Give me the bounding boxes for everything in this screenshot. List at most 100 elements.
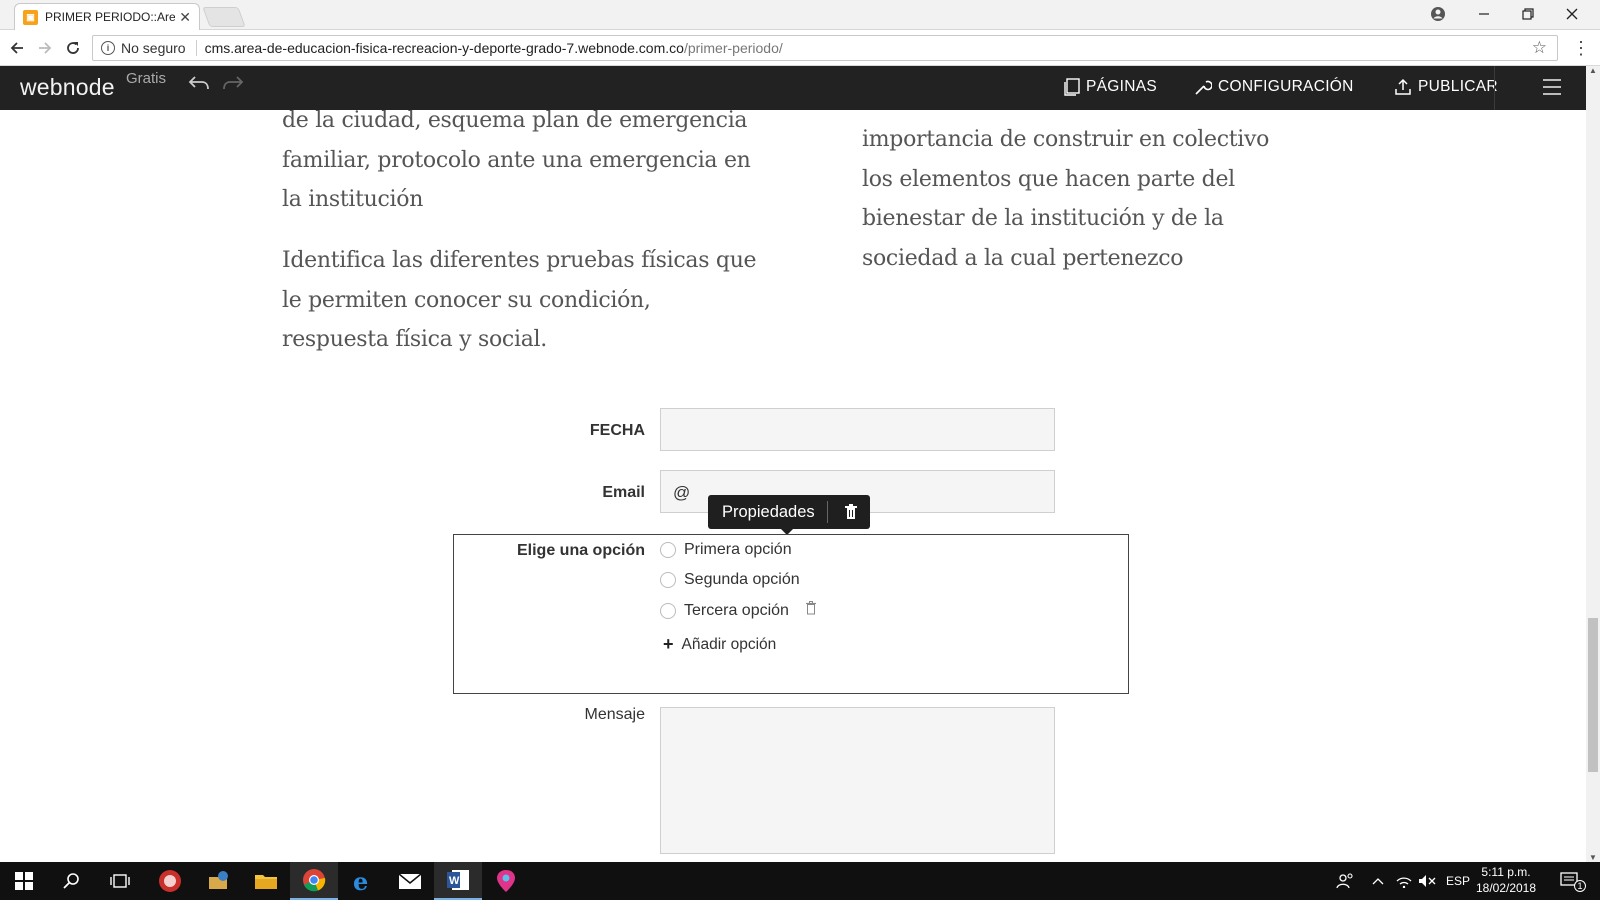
upload-icon: [1394, 78, 1412, 96]
clock-time: 5:11 p.m.: [1481, 865, 1531, 879]
clock-date: 18/02/2018: [1475, 881, 1537, 895]
forward-arrow-icon[interactable]: [34, 37, 56, 59]
omnibox-separator: [195, 40, 197, 56]
profile-icon[interactable]: [1416, 0, 1460, 28]
hamburger-menu-icon[interactable]: [1543, 79, 1561, 100]
text-line: los elementos que hacen parte del: [862, 166, 1235, 192]
radio-button[interactable]: [660, 542, 676, 558]
scroll-up-icon[interactable]: ▲: [1589, 66, 1597, 75]
webnode-logo: webnode: [20, 74, 115, 100]
radio-option-label: Tercera opción: [684, 601, 789, 619]
windows-taskbar: e W ESP 5:11 p.m. 18/02/2018 1: [0, 862, 1600, 900]
text-block-left-1[interactable]: de la ciudad, esquema plan de emergencia…: [282, 110, 751, 220]
text-line: importancia de construir en colectivo: [862, 127, 1270, 152]
radio-button[interactable]: [660, 602, 676, 619]
url-path[interactable]: /primer-periodo/: [684, 40, 783, 56]
vertical-scrollbar[interactable]: ▲ ▼: [1586, 66, 1600, 862]
properties-button[interactable]: Propiedades: [722, 503, 815, 522]
file-explorer-icon[interactable]: [242, 862, 290, 900]
undo-icon[interactable]: [188, 74, 210, 100]
info-icon[interactable]: i: [101, 41, 115, 55]
url-host[interactable]: cms.area-de-educacion-fisica-recreacion-…: [205, 40, 684, 56]
address-bar[interactable]: i No seguro cms.area-de-educacion-fisica…: [92, 35, 1558, 61]
tooltip-separator: [826, 501, 828, 523]
reload-icon[interactable]: [62, 37, 84, 59]
text-line: sociedad a la cual pertenezco: [862, 245, 1184, 271]
scroll-down-icon[interactable]: ▼: [1589, 853, 1597, 862]
minimize-icon[interactable]: [1462, 0, 1506, 28]
publish-menu-button[interactable]: PUBLICAR: [1394, 78, 1498, 96]
pages-menu-label: PÁGINAS: [1086, 78, 1158, 95]
fecha-field[interactable]: [660, 408, 1055, 451]
browser-tab-strip: ▣ PRIMER PERIODO::Area-d ✕: [0, 0, 1600, 30]
radio-option-label: Primera opción: [684, 541, 792, 558]
publish-menu-label: PUBLICAR: [1418, 78, 1498, 95]
maps-icon[interactable]: [482, 862, 530, 900]
windows-start-icon[interactable]: [0, 862, 48, 900]
pages-icon: [1062, 78, 1080, 96]
text-block-left-2[interactable]: Identifica las diferentes pruebas física…: [282, 241, 757, 360]
browser-toolbar: i No seguro cms.area-de-educacion-fisica…: [0, 31, 1600, 66]
text-line: respuesta física y social.: [282, 327, 547, 352]
add-option-label: Añadir opción: [681, 635, 777, 653]
close-window-icon[interactable]: [1550, 0, 1594, 28]
fecha-label: FECHA: [589, 422, 645, 439]
word-icon[interactable]: W: [434, 862, 482, 900]
plus-icon: +: [663, 634, 674, 654]
plan-label: Gratis: [126, 70, 167, 87]
choice-label: Elige una opción: [516, 542, 645, 559]
search-icon[interactable]: [48, 862, 96, 900]
text-block-right-1[interactable]: importancia de construir en colectivo lo…: [862, 120, 1269, 278]
people-icon[interactable]: [1336, 862, 1354, 900]
show-hidden-icons-icon[interactable]: [1372, 862, 1384, 900]
add-option-button[interactable]: + Añadir opción: [663, 634, 776, 655]
svg-text:W: W: [449, 875, 460, 887]
email-label: Email: [602, 484, 645, 501]
text-line: de la ciudad, esquema plan de emergencia: [282, 110, 748, 133]
app-tools-icon[interactable]: [194, 862, 242, 900]
settings-menu-label: CONFIGURACIÓN: [1218, 78, 1354, 95]
page-content: de la ciudad, esquema plan de emergencia…: [0, 110, 1586, 862]
chrome-menu-icon[interactable]: ⋮: [1570, 37, 1592, 59]
clock[interactable]: 5:11 p.m. 18/02/2018: [1466, 864, 1546, 896]
internet-explorer-icon[interactable]: e: [338, 862, 386, 900]
radio-option[interactable]: Segunda opción: [660, 571, 800, 589]
delete-option-icon[interactable]: [805, 601, 817, 620]
browser-tab[interactable]: ▣ PRIMER PERIODO::Area-d ✕: [14, 3, 200, 30]
radio-button[interactable]: [660, 572, 676, 588]
notifications-icon[interactable]: 1: [1560, 862, 1586, 900]
back-arrow-icon[interactable]: [6, 37, 28, 59]
toolbar-divider: [1494, 66, 1495, 110]
settings-menu-button[interactable]: CONFIGURACIÓN: [1194, 78, 1354, 96]
properties-tooltip: Propiedades: [708, 495, 870, 535]
notification-count: 1: [1574, 880, 1586, 892]
svg-text:e: e: [353, 869, 368, 893]
chrome-icon[interactable]: [290, 862, 338, 900]
pages-menu-button[interactable]: PÁGINAS: [1062, 78, 1157, 96]
wrench-icon: [1194, 78, 1213, 96]
bookmark-star-icon[interactable]: ☆: [1532, 38, 1547, 58]
new-tab-button[interactable]: [202, 7, 246, 27]
text-line: familiar, protocolo ante una emergencia …: [282, 147, 751, 173]
mail-icon[interactable]: [386, 862, 434, 900]
radio-option-label: Segunda opción: [684, 571, 800, 588]
redo-icon[interactable]: [222, 74, 244, 100]
radio-option[interactable]: Primera opción: [660, 541, 792, 559]
message-textarea[interactable]: [660, 707, 1055, 854]
radio-option[interactable]: Tercera opción: [660, 601, 817, 620]
text-line: la institución: [282, 187, 424, 212]
task-view-icon[interactable]: [96, 862, 144, 900]
volume-muted-icon[interactable]: [1418, 862, 1436, 900]
scrollbar-thumb[interactable]: [1588, 618, 1598, 772]
app-red-icon[interactable]: [146, 862, 194, 900]
text-line: le permiten conocer su condición,: [282, 287, 651, 313]
wifi-icon[interactable]: [1396, 862, 1412, 900]
tab-close-icon[interactable]: ✕: [179, 9, 191, 26]
trash-icon[interactable]: [840, 504, 870, 520]
tab-title: PRIMER PERIODO::Area-d: [45, 10, 176, 24]
restore-icon[interactable]: [1506, 0, 1550, 28]
webnode-favicon-icon: ▣: [23, 9, 38, 25]
text-line: Identifica las diferentes pruebas física…: [282, 248, 757, 273]
webnode-toolbar: webnode Gratis PÁGINAS CONFIGURACIÓN PUB…: [0, 66, 1586, 110]
security-label[interactable]: No seguro: [121, 40, 186, 56]
